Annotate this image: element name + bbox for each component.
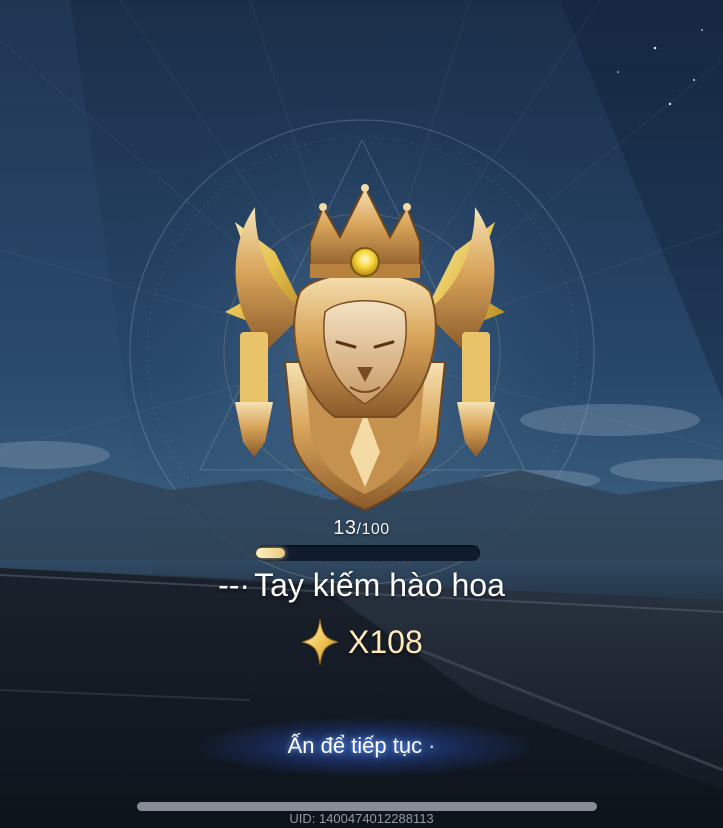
rank-progress-bar [256, 545, 480, 561]
title-prefix: --· [218, 567, 251, 603]
reward-count: X108 [348, 623, 423, 660]
rank-progress-fill [256, 548, 285, 558]
lion-emblem-icon [225, 184, 505, 512]
reward-row: X108 [300, 617, 423, 667]
uid-text: UID: 1400474012288113 [289, 811, 434, 826]
rank-progress-text: 13/100 [0, 517, 723, 540]
continue-label: Ấn để tiếp tục [287, 733, 423, 758]
progress-current: 13 [333, 517, 357, 539]
rank-up-screen[interactable]: 13/100 --· Tay kiếm hào hoa X108 Ấn để ti… [0, 0, 723, 828]
title-text: Tay kiếm hào hoa [254, 567, 505, 603]
home-indicator[interactable] [137, 802, 597, 811]
gold-star-icon [301, 618, 339, 666]
rank-title: --· Tay kiếm hào hoa [0, 565, 723, 605]
progress-max: 100 [361, 521, 390, 538]
continue-dot: · [428, 733, 436, 758]
tap-to-continue-button[interactable]: Ấn để tiếp tục · [0, 733, 723, 759]
